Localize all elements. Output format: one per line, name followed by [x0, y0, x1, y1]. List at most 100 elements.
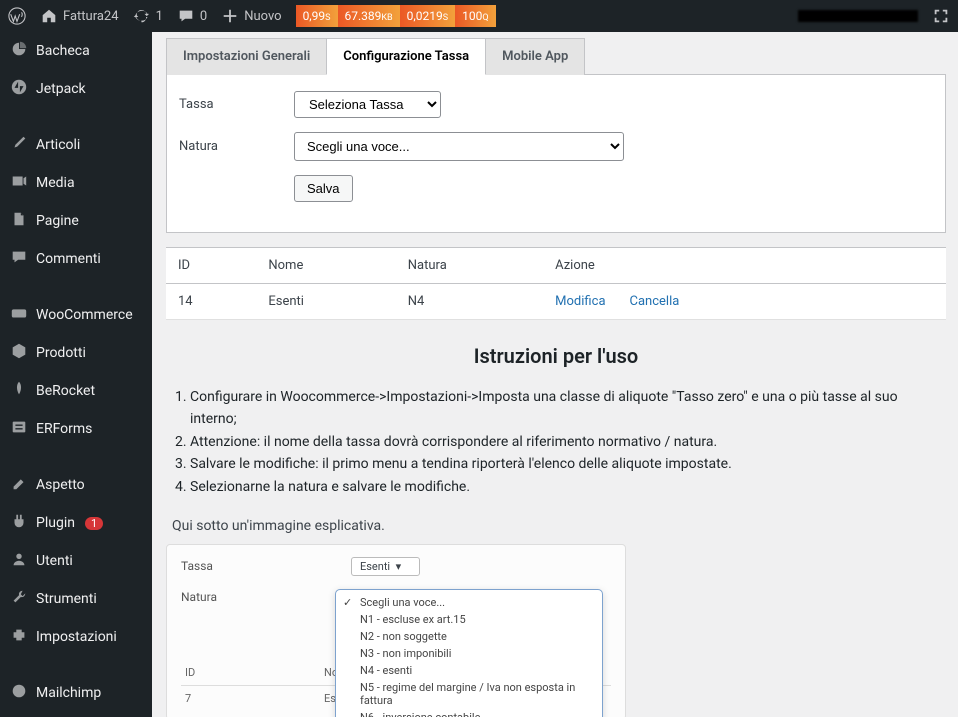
sidebar-item-products[interactable]: Prodotti — [0, 334, 152, 372]
sidebar-item-woo[interactable]: WooCommerce — [0, 296, 152, 334]
sidebar-item-label: BeRocket — [36, 383, 95, 399]
ex-natura-label: Natura — [181, 590, 351, 604]
sidebar-item-jetpack[interactable]: Jetpack — [0, 70, 152, 108]
stat-queries[interactable]: 100Q — [455, 5, 495, 27]
ex-dropdown-option: N4 - esenti — [336, 662, 602, 679]
new-content-link[interactable]: Nuovo — [221, 7, 281, 25]
save-button[interactable]: Salva — [294, 175, 353, 202]
sidebar-item-media[interactable]: Media — [0, 164, 152, 202]
sidebar-item-label: Plugin — [36, 515, 75, 531]
sidebar-item-label: Media — [36, 175, 75, 191]
ex-dropdown-option: N3 - non imponibili — [336, 645, 602, 662]
instruction-item: Selezionarne la natura e salvare le modi… — [190, 476, 946, 498]
appearance-icon — [10, 474, 28, 496]
dashboard-icon — [10, 40, 28, 62]
berocket-icon — [10, 380, 28, 402]
tools-icon — [10, 588, 28, 610]
media-icon — [10, 172, 28, 194]
main-content: Impostazioni GeneraliConfigurazione Tass… — [152, 32, 946, 717]
update-badge: 1 — [85, 517, 103, 530]
mailchimp-icon — [10, 682, 28, 704]
sidebar-item-label: Utenti — [36, 553, 73, 569]
instructions-title: Istruzioni per l'uso — [166, 344, 946, 368]
sidebar-item-posts[interactable]: Articoli — [0, 126, 152, 164]
updates-link[interactable]: 1 — [133, 7, 163, 25]
sidebar-item-mailchimp[interactable]: Mailchimp — [0, 674, 152, 712]
tax-label: Tassa — [179, 97, 294, 112]
sidebar-item-erforms[interactable]: ERForms — [0, 410, 152, 448]
sidebar-item-comments[interactable]: Commenti — [0, 240, 152, 278]
ex-dropdown-option: N6 - inversione contabile — [336, 709, 602, 717]
sidebar-item-label: Commenti — [36, 251, 101, 267]
sidebar-item-label: Pagine — [36, 213, 79, 229]
sidebar-item-label: Impostazioni — [36, 629, 117, 645]
instruction-item: Attenzione: il nome della tassa dovrà co… — [190, 431, 946, 453]
ex-dropdown-option: N2 - non soggette — [336, 628, 602, 645]
jetpack-icon — [10, 78, 28, 100]
stat-db[interactable]: 0,0219S — [400, 5, 455, 27]
tab-0[interactable]: Impostazioni Generali — [166, 38, 327, 75]
tab-2[interactable]: Mobile App — [485, 38, 585, 75]
fullscreen-icon[interactable] — [932, 7, 950, 25]
stat-memory[interactable]: 67.389KB — [338, 5, 400, 27]
sidebar-item-label: WooCommerce — [36, 307, 133, 323]
instructions-list: Configurare in Woocommerce->Impostazioni… — [190, 386, 946, 498]
example-image: Tassa Esenti ▾ Natura Scegli una voce...… — [166, 544, 626, 717]
table-header: Azione — [543, 248, 946, 284]
config-panel: Tassa Seleziona Tassa Natura Scegli una … — [166, 74, 946, 233]
sidebar-item-users[interactable]: Utenti — [0, 542, 152, 580]
edit-link[interactable]: Modifica — [555, 294, 605, 309]
users-icon — [10, 550, 28, 572]
table-row: 14EsentiN4ModificaCancella — [166, 284, 946, 320]
table-header: ID — [166, 248, 256, 284]
ex-dropdown-option: Scegli una voce... — [336, 594, 602, 611]
comments-link[interactable]: 0 — [177, 7, 207, 25]
admin-toolbar: Fattura24 1 0 Nuovo 0,99S 67.389KB 0,021… — [0, 0, 958, 32]
site-home-link[interactable]: Fattura24 — [40, 7, 119, 25]
table-header: Nome — [256, 248, 395, 284]
sidebar-item-tools[interactable]: Strumenti — [0, 580, 152, 618]
instructions-subtext: Qui sotto un'immagine esplicativa. — [172, 518, 946, 534]
ex-tax-select: Esenti ▾ — [351, 557, 420, 576]
tab-1[interactable]: Configurazione Tassa — [326, 38, 486, 75]
ex-dropdown-option: N1 - escluse ex art.15 — [336, 611, 602, 628]
pages-icon — [10, 210, 28, 232]
sidebar-item-dashboard[interactable]: Bacheca — [0, 32, 152, 70]
sidebar-item-appearance[interactable]: Aspetto — [0, 466, 152, 504]
sidebar-item-label: Prodotti — [36, 345, 86, 361]
tax-select[interactable]: Seleziona Tassa — [294, 91, 441, 118]
sidebar-item-plugins[interactable]: Plugin 1 — [0, 504, 152, 542]
plugins-icon — [10, 512, 28, 534]
tabs-nav: Impostazioni GeneraliConfigurazione Tass… — [166, 38, 946, 75]
sidebar-item-label: Aspetto — [36, 477, 85, 493]
woo-icon — [10, 304, 28, 326]
sidebar-item-label: Bacheca — [36, 43, 90, 59]
sidebar-item-settings[interactable]: Impostazioni — [0, 618, 152, 656]
instruction-item: Configurare in Woocommerce->Impostazioni… — [190, 386, 946, 431]
products-icon — [10, 342, 28, 364]
sidebar-item-berocket[interactable]: BeRocket — [0, 372, 152, 410]
stat-time[interactable]: 0,99S — [296, 5, 338, 27]
sidebar-item-pages[interactable]: Pagine — [0, 202, 152, 240]
wordpress-logo[interactable] — [8, 7, 26, 25]
sidebar-item-label: Mailchimp — [36, 685, 101, 701]
admin-sidebar: Bacheca Jetpack Articoli Media Pagine Comment… — [0, 32, 152, 717]
ex-dropdown-option: N5 - regime del margine / Iva non espost… — [336, 679, 602, 709]
natura-select[interactable]: Scegli una voce... — [294, 132, 624, 161]
table-header: Natura — [396, 248, 543, 284]
sidebar-item-label: ERForms — [36, 421, 92, 437]
user-account-redacted[interactable] — [798, 10, 918, 22]
delete-link[interactable]: Cancella — [630, 294, 680, 309]
comments-icon — [10, 248, 28, 270]
erforms-icon — [10, 418, 28, 440]
sidebar-item-label: Jetpack — [36, 81, 86, 97]
sidebar-item-loco[interactable]: Loco Translate — [0, 712, 152, 717]
settings-icon — [10, 626, 28, 648]
instruction-item: Salvare le modifiche: il primo menu a te… — [190, 453, 946, 475]
sidebar-item-label: Strumenti — [36, 591, 97, 607]
ex-dropdown-open: Scegli una voce...N1 - escluse ex art.15… — [335, 589, 603, 717]
tax-table: IDNomeNaturaAzione 14EsentiN4ModificaCan… — [166, 247, 946, 320]
natura-label: Natura — [179, 139, 294, 154]
ex-tax-label: Tassa — [181, 559, 351, 573]
sidebar-item-label: Articoli — [36, 137, 80, 153]
